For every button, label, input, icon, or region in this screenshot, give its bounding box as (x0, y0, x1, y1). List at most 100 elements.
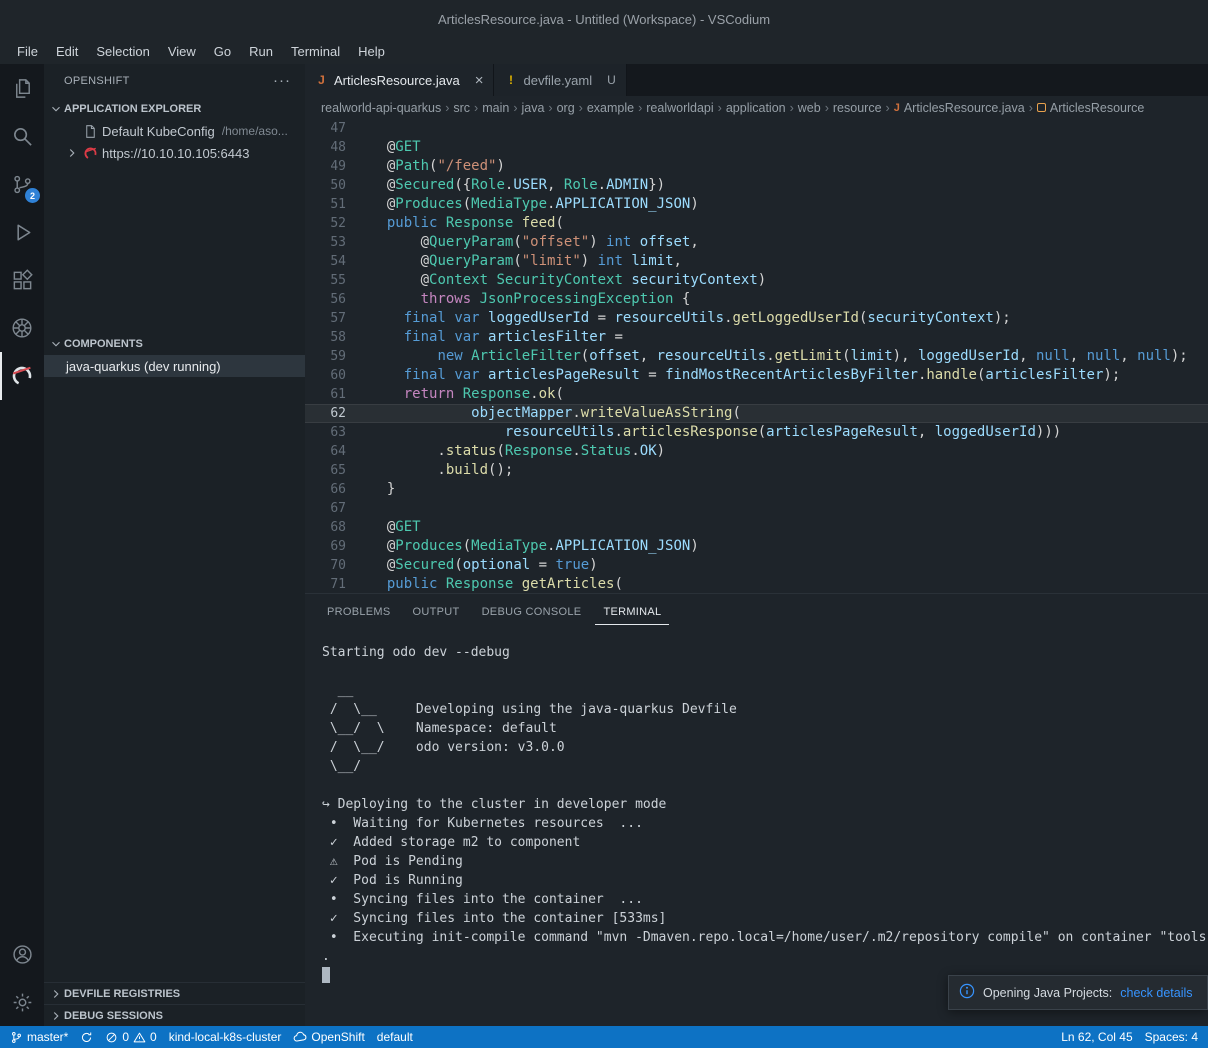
namespace-status[interactable]: default (371, 1026, 419, 1048)
code-line[interactable]: 52 public Response feed( (305, 214, 1208, 233)
line-number[interactable]: 59 (305, 347, 346, 366)
code-line[interactable]: 62 objectMapper.writeValueAsString( (305, 404, 1208, 423)
code-line[interactable]: 67 (305, 499, 1208, 518)
code-line[interactable]: 53 @QueryParam("offset") int offset, (305, 233, 1208, 252)
line-number[interactable]: 56 (305, 290, 346, 309)
line-number[interactable]: 69 (305, 537, 346, 556)
line-number[interactable]: 53 (305, 233, 346, 252)
line-number[interactable]: 54 (305, 252, 346, 271)
breadcrumb-item[interactable]: realworld-api-quarkus (321, 101, 441, 115)
line-number[interactable]: 57 (305, 309, 346, 328)
menu-item-help[interactable]: Help (349, 41, 394, 62)
menu-item-edit[interactable]: Edit (47, 41, 87, 62)
line-number[interactable]: 62 (305, 404, 346, 423)
explorer-icon[interactable] (0, 64, 44, 112)
account-icon[interactable] (0, 930, 44, 978)
sync-status[interactable] (74, 1026, 99, 1048)
panel-tab-terminal[interactable]: TERMINAL (595, 599, 669, 625)
openshift-status[interactable]: OpenShift (287, 1026, 370, 1048)
k8s-context-status[interactable]: kind-local-k8s-cluster (163, 1026, 288, 1048)
line-number[interactable]: 67 (305, 499, 346, 518)
breadcrumb-item[interactable]: main (482, 101, 509, 115)
breadcrumb-item[interactable]: org (557, 101, 575, 115)
openshift-icon[interactable] (0, 352, 44, 400)
breadcrumb-symbol[interactable]: ArticlesResource (1037, 101, 1144, 115)
tree-item-kubeconfig[interactable]: Default KubeConfig /home/aso... (44, 120, 305, 142)
breadcrumb-item[interactable]: resource (833, 101, 882, 115)
code-line[interactable]: 48 @GET (305, 138, 1208, 157)
code-line[interactable]: 71 public Response getArticles( (305, 575, 1208, 593)
code-line[interactable]: 61 return Response.ok( (305, 385, 1208, 404)
line-number[interactable]: 60 (305, 366, 346, 385)
line-number[interactable]: 68 (305, 518, 346, 537)
panel-tab-debug-console[interactable]: DEBUG CONSOLE (474, 599, 590, 625)
line-number[interactable]: 61 (305, 385, 346, 404)
run-debug-icon[interactable] (0, 208, 44, 256)
problems-status[interactable]: 0 0 (99, 1026, 162, 1048)
line-number[interactable]: 51 (305, 195, 346, 214)
line-number[interactable]: 49 (305, 157, 346, 176)
code-line[interactable]: 60 final var articlesPageResult = findMo… (305, 366, 1208, 385)
code-line[interactable]: 59 new ArticleFilter(offset, resourceUti… (305, 347, 1208, 366)
line-number[interactable]: 64 (305, 442, 346, 461)
code-line[interactable]: 56 throws JsonProcessingException { (305, 290, 1208, 309)
code-line[interactable]: 70 @Secured(optional = true) (305, 556, 1208, 575)
chevron-right-icon[interactable] (64, 146, 80, 160)
panel-tab-problems[interactable]: PROBLEMS (319, 599, 399, 625)
kubernetes-icon[interactable] (0, 304, 44, 352)
code-line[interactable]: 55 @Context SecurityContext securityCont… (305, 271, 1208, 290)
notification-toast[interactable]: Opening Java Projects: check details (948, 975, 1208, 1010)
code-line[interactable]: 49 @Path("/feed") (305, 157, 1208, 176)
extensions-icon[interactable] (0, 256, 44, 304)
line-number[interactable]: 47 (305, 119, 346, 138)
indentation-status[interactable]: Spaces: 4 (1139, 1026, 1204, 1048)
line-number[interactable]: 71 (305, 575, 346, 593)
menu-item-go[interactable]: Go (205, 41, 240, 62)
line-number[interactable]: 65 (305, 461, 346, 480)
code-line[interactable]: 68 @GET (305, 518, 1208, 537)
code-line[interactable]: 54 @QueryParam("limit") int limit, (305, 252, 1208, 271)
panel-tab-output[interactable]: OUTPUT (405, 599, 468, 625)
branch-status[interactable]: master* (4, 1026, 74, 1048)
tree-item-component[interactable]: java-quarkus (dev running) (44, 355, 305, 377)
breadcrumb-item[interactable]: realworldapi (646, 101, 713, 115)
cursor-position-status[interactable]: Ln 62, Col 45 (1055, 1026, 1138, 1048)
menu-item-selection[interactable]: Selection (87, 41, 158, 62)
settings-gear-icon[interactable] (0, 978, 44, 1026)
code-line[interactable]: 64 .status(Response.Status.OK) (305, 442, 1208, 461)
code-line[interactable]: 63 resourceUtils.articlesResponse(articl… (305, 423, 1208, 442)
source-control-icon[interactable]: 2 (0, 160, 44, 208)
search-icon[interactable] (0, 112, 44, 160)
menu-item-run[interactable]: Run (240, 41, 282, 62)
menu-item-view[interactable]: View (159, 41, 205, 62)
line-number[interactable]: 63 (305, 423, 346, 442)
terminal-content[interactable]: Starting odo dev --debug __ / \__ Develo… (305, 629, 1208, 1026)
close-icon[interactable]: × (475, 72, 484, 89)
code-line[interactable]: 51 @Produces(MediaType.APPLICATION_JSON) (305, 195, 1208, 214)
breadcrumb-item[interactable]: web (798, 101, 821, 115)
breadcrumb-file[interactable]: JArticlesResource.java (894, 101, 1025, 115)
line-number[interactable]: 50 (305, 176, 346, 195)
line-number[interactable]: 66 (305, 480, 346, 499)
code-line[interactable]: 47 (305, 119, 1208, 138)
tree-item-cluster[interactable]: https://10.10.10.105:6443 (44, 142, 305, 164)
section-components[interactable]: COMPONENTS (44, 333, 305, 355)
line-number[interactable]: 55 (305, 271, 346, 290)
breadcrumb-item[interactable]: application (726, 101, 786, 115)
code-line[interactable]: 69 @Produces(MediaType.APPLICATION_JSON) (305, 537, 1208, 556)
more-actions-icon[interactable]: ··· (273, 76, 291, 86)
menu-item-file[interactable]: File (8, 41, 47, 62)
code-line[interactable]: 50 @Secured({Role.USER, Role.ADMIN}) (305, 176, 1208, 195)
breadcrumb-item[interactable]: src (453, 101, 470, 115)
tab-articlesresource-java[interactable]: J ArticlesResource.java × (305, 64, 494, 96)
code-line[interactable]: 65 .build(); (305, 461, 1208, 480)
code-line[interactable]: 57 final var loggedUserId = resourceUtil… (305, 309, 1208, 328)
section-debug-sessions[interactable]: DEBUG SESSIONS (44, 1004, 305, 1026)
section-devfile-registries[interactable]: DEVFILE REGISTRIES (44, 982, 305, 1004)
line-number[interactable]: 70 (305, 556, 346, 575)
breadcrumb-item[interactable]: java (521, 101, 544, 115)
notification-link[interactable]: check details (1120, 986, 1192, 1000)
line-number[interactable]: 48 (305, 138, 346, 157)
line-number[interactable]: 58 (305, 328, 346, 347)
section-application-explorer[interactable]: APPLICATION EXPLORER (44, 98, 305, 120)
